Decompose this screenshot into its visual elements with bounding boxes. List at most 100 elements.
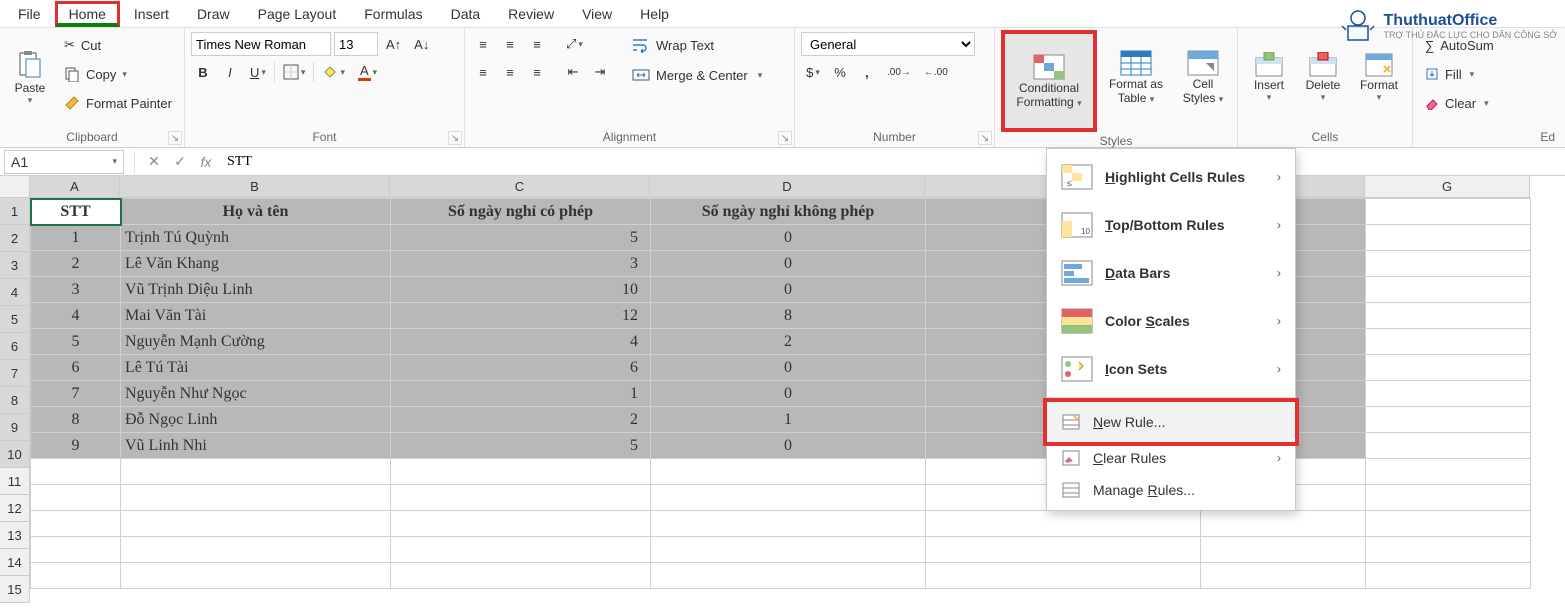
row-header-1[interactable]: 1 [0,198,30,225]
col-header-B[interactable]: B [120,176,390,198]
format-as-table-button[interactable]: Format as Table ▾ [1101,30,1171,124]
cell[interactable] [1366,355,1531,381]
row-header-9[interactable]: 9 [0,414,30,441]
cancel-formula-button[interactable]: ✕ [141,150,167,174]
cell[interactable] [651,563,926,589]
cell[interactable] [31,485,121,511]
decrease-indent-button[interactable]: ⇤ [561,60,585,84]
row-header-8[interactable]: 8 [0,387,30,414]
fill-button[interactable]: Fill▾ [1419,61,1559,87]
cell[interactable]: 4 [31,303,121,329]
italic-button[interactable]: I [218,60,242,84]
underline-button[interactable]: U [245,60,271,84]
cell[interactable]: 5 [391,433,651,459]
increase-decimal-button[interactable]: .00→ [882,60,916,84]
insert-cells-button[interactable]: Insert ▾ [1244,30,1294,124]
format-painter-button[interactable]: Format Painter [58,90,178,116]
name-box[interactable]: A1 ▾ [4,150,124,174]
cf-menu-icon-sets[interactable]: Icon Sets› [1047,345,1295,393]
conditional-formatting-button[interactable]: Conditional Formatting ▾ [1005,34,1093,128]
alignment-dialog-launcher[interactable]: ↘ [778,131,792,145]
cell[interactable] [651,459,926,485]
enter-formula-button[interactable]: ✓ [167,150,193,174]
cell[interactable]: Lê Văn Khang [121,251,391,277]
cell[interactable] [1366,407,1531,433]
menu-draw[interactable]: Draw [183,2,244,26]
cell[interactable] [121,485,391,511]
cf-menu-manage-rules-[interactable]: Manage Rules... [1047,474,1295,506]
cell[interactable]: 3 [31,277,121,303]
cut-button[interactable]: ✂ Cut [58,32,178,58]
row-header-11[interactable]: 11 [0,468,30,495]
paste-button[interactable]: Paste ▾ [6,30,54,124]
cell[interactable]: Nguyễn Như Ngọc [121,381,391,407]
cell[interactable]: 7 [31,381,121,407]
cell[interactable]: Vũ Trịnh Diệu Linh [121,277,391,303]
row-header-7[interactable]: 7 [0,360,30,387]
cell-styles-button[interactable]: Cell Styles ▾ [1175,30,1231,124]
cell[interactable]: Đỗ Ngọc Linh [121,407,391,433]
cf-menu-color-scales[interactable]: Color Scales› [1047,297,1295,345]
cell[interactable] [31,563,121,589]
cell[interactable]: STT [31,199,121,225]
orientation-button[interactable]: ⤢ [561,32,588,56]
cell[interactable] [1366,329,1531,355]
cell[interactable] [1201,563,1366,589]
font-size-combo[interactable] [334,32,378,56]
cell[interactable]: 3 [391,251,651,277]
cell[interactable]: Trịnh Tú Quỳnh [121,225,391,251]
row-header-4[interactable]: 4 [0,279,30,306]
cell[interactable]: 9 [31,433,121,459]
cell[interactable] [1366,537,1531,563]
cell[interactable] [1366,485,1531,511]
font-family-combo[interactable] [191,32,331,56]
cell[interactable] [1201,511,1366,537]
row-header-6[interactable]: 6 [0,333,30,360]
menu-insert[interactable]: Insert [120,2,183,26]
cf-menu-clear-rules[interactable]: Clear Rules› [1047,442,1295,474]
col-header-A[interactable]: A [30,176,120,198]
align-top-button[interactable]: ≡ [471,32,495,56]
cell[interactable] [926,537,1201,563]
cell[interactable] [1366,199,1531,225]
cell[interactable] [391,459,651,485]
cell[interactable]: Lê Tú Tài [121,355,391,381]
menu-help[interactable]: Help [626,2,683,26]
cell[interactable]: 6 [31,355,121,381]
col-header-D[interactable]: D [650,176,925,198]
menu-review[interactable]: Review [494,2,568,26]
cell[interactable]: 4 [391,329,651,355]
cell[interactable]: 10 [391,277,651,303]
cell[interactable] [651,511,926,537]
cf-menu-data-bars[interactable]: Data Bars› [1047,249,1295,297]
cell[interactable]: 0 [651,277,926,303]
comma-button[interactable]: , [855,60,879,84]
cell[interactable] [31,537,121,563]
cell[interactable]: 1 [31,225,121,251]
cell[interactable] [1201,537,1366,563]
row-header-14[interactable]: 14 [0,549,30,576]
row-header-15[interactable]: 15 [0,576,30,603]
cell[interactable] [31,459,121,485]
align-middle-button[interactable]: ≡ [498,32,522,56]
decrease-decimal-button[interactable]: ←.00 [919,60,953,84]
cf-menu-highlight-cells-rules[interactable]: ≤Highlight Cells Rules› [1047,153,1295,201]
row-header-5[interactable]: 5 [0,306,30,333]
cell[interactable] [1366,433,1531,459]
cf-menu-new-rule-[interactable]: New Rule... [1043,398,1299,446]
cell[interactable] [1366,459,1531,485]
cell[interactable]: 0 [651,251,926,277]
row-header-10[interactable]: 10 [0,441,30,468]
cell[interactable]: Mai Văn Tài [121,303,391,329]
menu-data[interactable]: Data [437,2,495,26]
cell[interactable] [121,511,391,537]
decrease-font-button[interactable]: A↓ [409,32,434,56]
col-header-C[interactable]: C [390,176,650,198]
cell[interactable]: 0 [651,433,926,459]
cell[interactable]: Số ngày nghỉ có phép [391,199,651,225]
menu-view[interactable]: View [568,2,626,26]
cell[interactable]: Họ và tên [121,199,391,225]
cell[interactable] [651,485,926,511]
cell[interactable] [31,511,121,537]
cell[interactable]: Số ngày nghỉ không phép [651,199,926,225]
